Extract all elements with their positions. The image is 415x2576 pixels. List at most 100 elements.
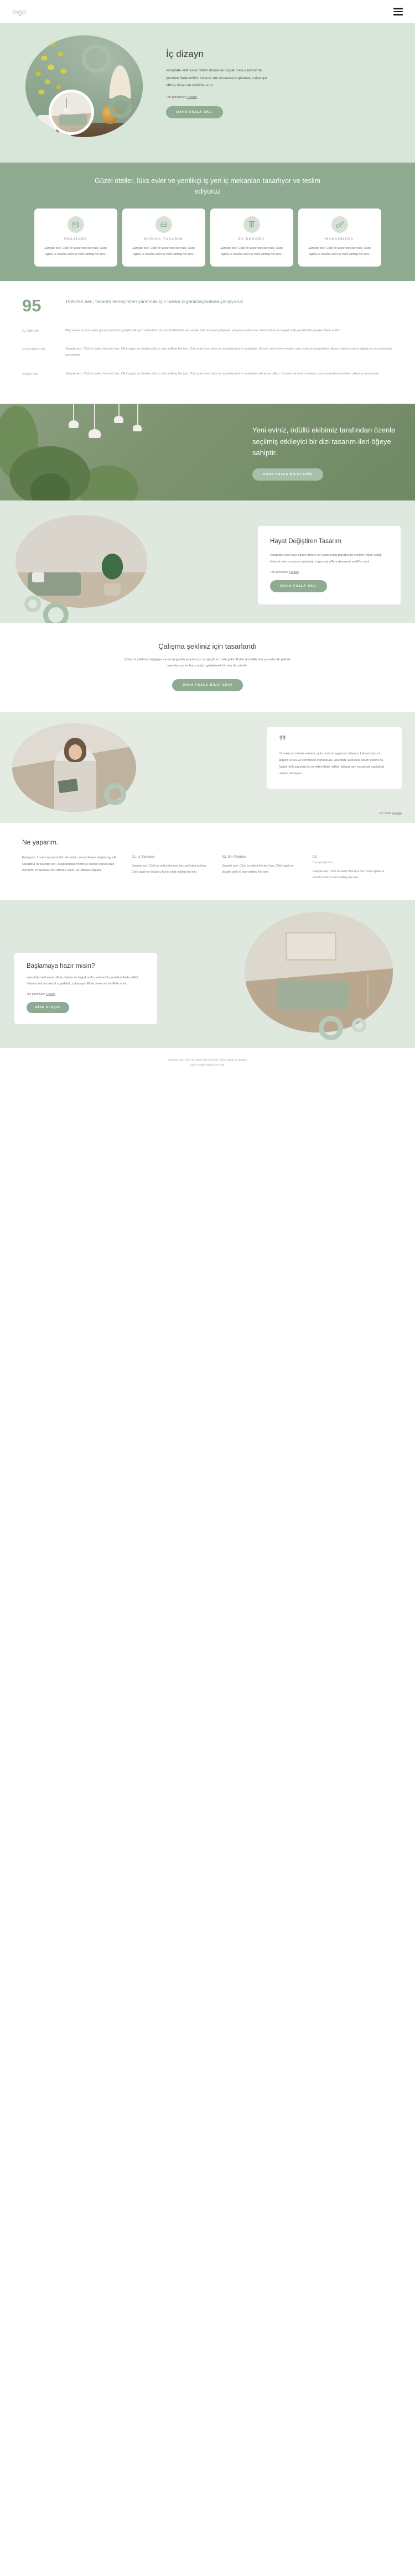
what-column-text: Sample text. Click to select the text bo… xyxy=(312,869,385,879)
cta-learn-more-button[interactable]: DAHA FAZLA BİLGİ EDİN xyxy=(172,679,243,691)
testimonial-credit: Ten resim Freepik xyxy=(379,812,402,815)
decorative-ring-large xyxy=(109,95,132,118)
final-credit: Ten görüntüler Freepik xyxy=(27,993,145,996)
footer-line-1: Sample text. Click to select the text bo… xyxy=(168,1058,247,1062)
banner-learn-more-button[interactable]: DAHA FAZLA BİLGİ EDİN xyxy=(252,468,323,481)
what-column-number: 02. En Planları xyxy=(222,854,247,859)
blueprint-icon xyxy=(67,216,84,233)
curtain-icon xyxy=(243,216,260,233)
final-title: Başlamaya hazır mısın? xyxy=(27,962,95,969)
testimonial-credit-prefix: Ten resim xyxy=(378,811,392,815)
decorative-ring-small xyxy=(24,595,41,612)
stats-row-label: atıştırma xyxy=(22,371,39,376)
cta-body: Çalışma şeklimiz değişiyor ve en iyi gün… xyxy=(124,658,291,668)
stats-row-label: İç mekan xyxy=(22,328,39,333)
testimonial-text: Ut enim ad minim veniam, quis nostrud eg… xyxy=(279,752,384,775)
hero-text-block: İç dizayn voluptate velit esse cillum do… xyxy=(166,49,274,119)
service-card-title: PROJELER xyxy=(64,237,87,241)
stats-row-text: Bilgi veren ve ikna eden görsel çözümler… xyxy=(65,329,340,332)
stats-row[interactable]: İç mekan Bilgi veren ve ikna eden görsel… xyxy=(22,328,393,334)
stats-lead-text: 1995'ten beri, tasarım deneyimleri yarat… xyxy=(65,298,245,304)
final-card: Başlamaya hazır mısın? voluptate velit e… xyxy=(14,952,157,1025)
hero-credit-link[interactable]: Freepik xyxy=(186,96,197,99)
split-body: voluptate velit esse cillum dolore eu fu… xyxy=(270,554,382,564)
what-column-sub: Danışmışlarına xyxy=(312,861,334,864)
armchair-icon xyxy=(155,216,172,233)
service-card-title: HAKKIMIZDA xyxy=(325,237,354,241)
service-card-text: Sample text. Click to select the text bo… xyxy=(220,246,283,256)
decorative-ring-small xyxy=(352,1018,366,1033)
landing-page: logo İç dizayn voluptate velit esse cill… xyxy=(0,0,415,1078)
hero-title: İç dizayn xyxy=(166,49,204,59)
split-section: Hayat Değiştiren Tasarım voluptate velit… xyxy=(0,500,415,623)
stats-row[interactable]: prototipleme Sample text. Click to selec… xyxy=(22,346,393,358)
what-grid: Paragrafı. Lorem ipsum dolor sit amet, c… xyxy=(22,855,393,881)
what-column-text: Sample text. Click to select the text bo… xyxy=(222,864,294,874)
testimonial-section: ❞ Ut enim ad minim veniam, quis nostrud … xyxy=(0,712,415,823)
split-image xyxy=(15,514,147,608)
service-card-text: Sample text. Click to select the text bo… xyxy=(132,246,195,256)
banner-text-block: Yeni eviniz, ödüllü ekibimiz tarafından … xyxy=(252,425,401,481)
service-card-title: HARIKA TASARIM xyxy=(144,237,183,241)
stats-row[interactable]: atıştırma Sample text. Click to select t… xyxy=(22,371,393,377)
what-column-number: 03. xyxy=(312,854,318,859)
what-column: 03. Danışmışlarına Sample text. Click to… xyxy=(313,855,393,881)
what-we-do-section: Ne yaparım. Paragrafı. Lorem ipsum dolor… xyxy=(0,822,415,900)
stats-header: 95 1995'ten beri, tasarım deneyimleri ya… xyxy=(22,295,393,315)
paint-roller-icon xyxy=(331,216,348,233)
service-card-title: EV DEKORU xyxy=(238,237,265,241)
split-credit-prefix: Ten görüntüler xyxy=(270,570,289,574)
split-credit-link[interactable]: Freepik xyxy=(289,571,299,574)
what-column: 01. İş Tasarım Sample text. Click to sel… xyxy=(132,855,212,881)
service-card-text: Sample text. Click to select the text bo… xyxy=(44,246,107,256)
banner-heading: Yeni eviniz, ödüllü ekibimiz tarafından … xyxy=(252,425,396,457)
service-card[interactable]: EV DEKORU Sample text. Click to select t… xyxy=(210,208,293,267)
service-card[interactable]: PROJELER Sample text. Click to select th… xyxy=(34,208,117,267)
what-column-number: 01. İş Tasarım xyxy=(132,854,155,859)
split-title: Hayat Değiştiren Tasarım xyxy=(270,538,341,545)
footer-line-2: click to start editing the text. xyxy=(189,1063,225,1067)
hero-credit: Ten görüntüler Freepik xyxy=(166,96,274,99)
final-body: voluptate velit esse cillum dolore eu fu… xyxy=(27,976,139,986)
decorative-ring-small xyxy=(82,44,111,73)
final-image xyxy=(245,911,393,1033)
hero-section: İç dizayn voluptate velit esse cillum do… xyxy=(0,23,415,163)
stats-number: 95 xyxy=(22,295,42,315)
cta-section: Çalışma şekliniz için tasarlandı Çalışma… xyxy=(0,623,415,712)
final-credit-link[interactable]: Freepik xyxy=(46,993,55,996)
what-columns: 01. İş Tasarım Sample text. Click to sel… xyxy=(132,855,393,881)
decorative-ring-large xyxy=(319,1015,343,1040)
final-contact-button[interactable]: BİZE ULAŞIN xyxy=(27,1002,69,1014)
service-card-text: Sample text. Click to select the text bo… xyxy=(308,246,371,256)
decorative-ring-large xyxy=(104,783,126,805)
testimonial-credit-link[interactable]: Freepik xyxy=(392,812,402,815)
cta-heading: Çalışma şekliniz için tasarlandı xyxy=(158,642,257,650)
final-cta-section: Başlamaya hazır mısın? voluptate velit e… xyxy=(0,899,415,1048)
site-logo[interactable]: logo xyxy=(12,8,26,16)
final-credit-prefix: Ten görüntüler xyxy=(27,993,46,997)
hero-read-more-button[interactable]: DAHA FAZLA OKU xyxy=(166,106,223,119)
split-read-more-button[interactable]: DAHA FAZLA OKU xyxy=(270,580,327,592)
what-intro-paragraph: Paragrafı. Lorem ipsum dolor sit amet, c… xyxy=(22,856,117,873)
stats-row-label: prototipleme xyxy=(22,346,45,352)
hero-body: voluptate velit esse cillum dolore eu fu… xyxy=(166,69,267,88)
service-card[interactable]: HARIKA TASARIM Sample text. Click to sel… xyxy=(122,208,205,267)
plant-decoration xyxy=(20,439,81,500)
feature-banner-section: Yeni eviniz, ödüllü ekibimiz tarafından … xyxy=(0,403,415,500)
stats-row-text: Sample text. Click to select the text bo… xyxy=(65,372,379,376)
hamburger-menu-icon[interactable] xyxy=(393,8,403,15)
service-card[interactable]: HAKKIMIZDA Sample text. Click to select … xyxy=(298,208,381,267)
hero-image-small xyxy=(49,90,94,135)
services-section: Güzel oteller, lüks evler ve yenilikçi i… xyxy=(0,163,415,281)
testimonial-card: ❞ Ut enim ad minim veniam, quis nostrud … xyxy=(267,726,402,789)
split-credit: Ten görüntüler Freepik xyxy=(270,571,388,574)
services-card-list: PROJELER Sample text. Click to select th… xyxy=(12,208,403,267)
what-heading: Ne yaparım. xyxy=(22,838,59,846)
services-heading: Güzel oteller, lüks evler ve yenilikçi i… xyxy=(95,177,320,196)
site-header: logo xyxy=(0,0,415,23)
hero-credit-prefix: Ten görüntüler xyxy=(166,96,187,100)
quote-icon: ❞ xyxy=(279,733,287,749)
stats-section: 95 1995'ten beri, tasarım deneyimleri ya… xyxy=(0,280,415,404)
what-column: 02. En Planları Sample text. Click to se… xyxy=(222,855,302,881)
split-card: Hayat Değiştiren Tasarım voluptate velit… xyxy=(258,525,401,604)
